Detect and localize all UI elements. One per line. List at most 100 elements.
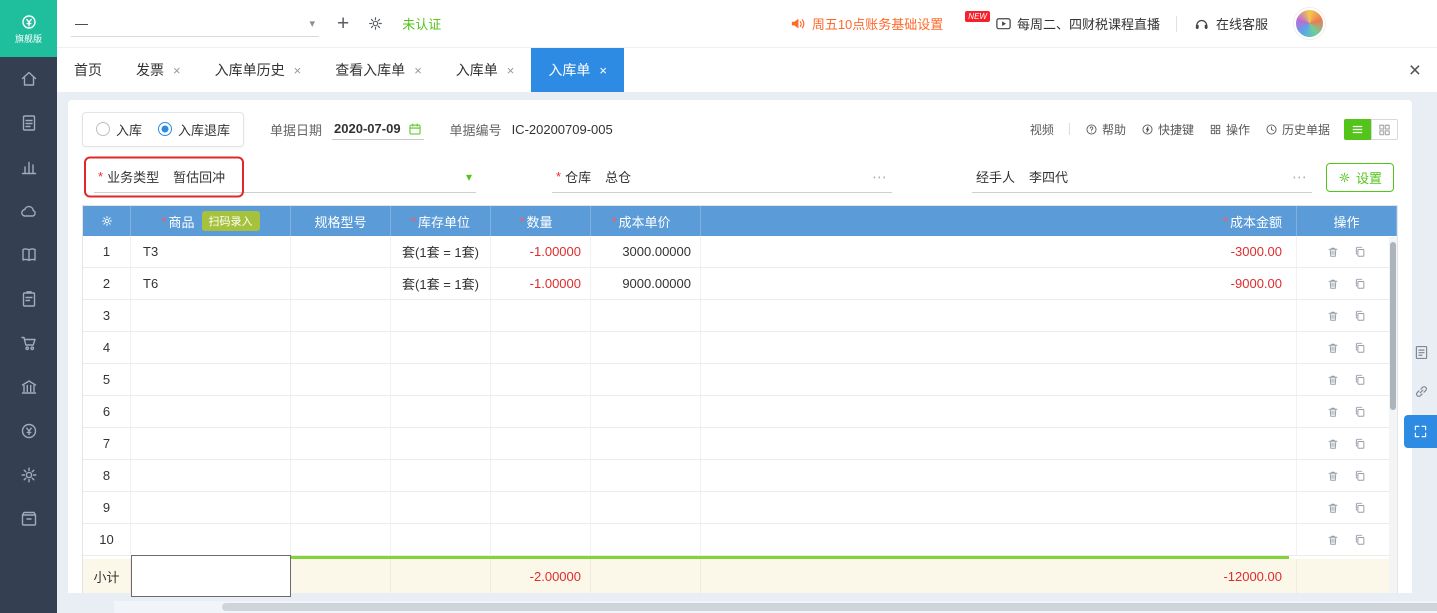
link-video[interactable]: 视频 <box>1030 121 1054 138</box>
cell-unit[interactable] <box>391 492 491 523</box>
account-set-select[interactable]: — ▾ <box>71 11 319 37</box>
cell-amount[interactable] <box>701 332 1297 363</box>
cell-price[interactable]: 9000.00000 <box>591 268 701 299</box>
list-view-button[interactable] <box>1344 119 1371 140</box>
cell-spec[interactable] <box>291 428 391 459</box>
delete-row-icon[interactable] <box>1326 373 1340 387</box>
cell-spec[interactable] <box>291 492 391 523</box>
mode-option-inbound[interactable]: 入库 <box>96 120 142 139</box>
delete-row-icon[interactable] <box>1326 309 1340 323</box>
cell-unit[interactable] <box>391 428 491 459</box>
cell-product[interactable] <box>131 332 291 363</box>
cell-price[interactable] <box>591 492 701 523</box>
cell-qty[interactable] <box>491 364 591 395</box>
copy-row-icon[interactable] <box>1353 373 1367 387</box>
new-row-product-cell[interactable] <box>131 555 291 597</box>
cell-price[interactable] <box>591 524 701 555</box>
avatar[interactable] <box>1294 8 1325 39</box>
delete-row-icon[interactable] <box>1326 437 1340 451</box>
sidebar-item-cloud[interactable] <box>0 189 57 233</box>
cell-unit[interactable] <box>391 332 491 363</box>
sidebar-item-assets[interactable] <box>0 365 57 409</box>
link-hotkeys[interactable]: 快捷键 <box>1141 121 1194 138</box>
cell-amount[interactable] <box>701 460 1297 491</box>
card-view-button[interactable] <box>1371 119 1398 140</box>
cell-price[interactable] <box>591 300 701 331</box>
tab-5[interactable]: 入库单× <box>531 48 624 92</box>
ellipsis-icon[interactable]: ⋯ <box>872 168 888 186</box>
settings-button[interactable]: 设置 <box>1326 163 1394 192</box>
tab-close-icon[interactable]: × <box>294 63 302 78</box>
cell-spec[interactable] <box>291 236 391 267</box>
delete-row-icon[interactable] <box>1326 277 1340 291</box>
cell-qty[interactable] <box>491 396 591 427</box>
cert-status-link[interactable]: 未认证 <box>402 14 441 33</box>
cell-unit[interactable] <box>391 364 491 395</box>
notes-tool-button[interactable] <box>1405 337 1437 367</box>
app-logo[interactable]: 旗舰版 <box>0 0 57 57</box>
cell-amount[interactable]: -9000.00 <box>701 268 1297 299</box>
sidebar-item-inventory[interactable] <box>0 321 57 365</box>
cell-qty[interactable] <box>491 428 591 459</box>
copy-row-icon[interactable] <box>1353 341 1367 355</box>
announcement-banner[interactable]: 周五10点账务基础设置 <box>789 14 943 33</box>
cell-price[interactable] <box>591 428 701 459</box>
cell-amount[interactable] <box>701 396 1297 427</box>
live-course-link[interactable]: NEW 每周二、四财税课程直播 <box>965 14 1160 33</box>
cell-price[interactable] <box>591 460 701 491</box>
warehouse-field[interactable]: * 仓库 总仓 ⋯ <box>552 161 892 193</box>
link-history[interactable]: 历史单据 <box>1265 121 1330 138</box>
cell-product[interactable]: T3 <box>131 236 291 267</box>
sidebar-item-archive[interactable] <box>0 497 57 541</box>
copy-row-icon[interactable] <box>1353 277 1367 291</box>
tab-close-icon[interactable]: × <box>173 63 181 78</box>
tab-1[interactable]: 发票× <box>119 48 198 92</box>
cell-product[interactable] <box>131 364 291 395</box>
sidebar-item-home[interactable] <box>0 57 57 101</box>
copy-row-icon[interactable] <box>1353 469 1367 483</box>
tab-4[interactable]: 入库单× <box>439 48 532 92</box>
cell-price[interactable] <box>591 364 701 395</box>
business-type-field[interactable]: * 业务类型 暂估回冲 ▾ <box>94 161 476 193</box>
cell-amount[interactable] <box>701 428 1297 459</box>
cell-product[interactable]: T6 <box>131 268 291 299</box>
online-support-link[interactable]: 在线客服 <box>1193 14 1268 33</box>
scan-entry-badge[interactable]: 扫码录入 <box>202 211 260 231</box>
sidebar-item-report[interactable] <box>0 145 57 189</box>
cell-unit[interactable] <box>391 524 491 555</box>
cell-product[interactable] <box>131 492 291 523</box>
cell-product[interactable] <box>131 524 291 555</box>
tab-close-icon[interactable]: × <box>599 63 607 78</box>
sidebar-item-salary[interactable] <box>0 409 57 453</box>
tab-close-icon[interactable]: × <box>507 63 515 78</box>
tab-0[interactable]: 首页 <box>57 48 119 92</box>
cell-amount[interactable] <box>701 300 1297 331</box>
copy-row-icon[interactable] <box>1353 405 1367 419</box>
cell-price[interactable]: 3000.00000 <box>591 236 701 267</box>
cell-unit[interactable] <box>391 300 491 331</box>
copy-row-icon[interactable] <box>1353 309 1367 323</box>
handler-field[interactable]: 经手人 李四代 ⋯ <box>972 161 1312 193</box>
cell-unit[interactable]: 套(1套 = 1套) <box>391 236 491 267</box>
delete-row-icon[interactable] <box>1326 501 1340 515</box>
cell-qty[interactable]: -1.00000 <box>491 268 591 299</box>
cell-unit[interactable] <box>391 396 491 427</box>
copy-row-icon[interactable] <box>1353 533 1367 547</box>
table-vertical-scrollbar[interactable] <box>1389 237 1397 593</box>
cell-amount[interactable]: -3000.00 <box>701 236 1297 267</box>
copy-row-icon[interactable] <box>1353 245 1367 259</box>
delete-row-icon[interactable] <box>1326 245 1340 259</box>
cell-product[interactable] <box>131 396 291 427</box>
scrollbar-thumb[interactable] <box>1390 242 1396 410</box>
cell-amount[interactable] <box>701 492 1297 523</box>
cell-spec[interactable] <box>291 364 391 395</box>
cell-product[interactable] <box>131 460 291 491</box>
delete-row-icon[interactable] <box>1326 533 1340 547</box>
cell-amount[interactable] <box>701 524 1297 555</box>
cell-qty[interactable] <box>491 524 591 555</box>
copy-row-icon[interactable] <box>1353 501 1367 515</box>
cell-spec[interactable] <box>291 396 391 427</box>
cell-qty[interactable] <box>491 332 591 363</box>
ellipsis-icon[interactable]: ⋯ <box>1292 168 1308 186</box>
add-account-set-button[interactable]: + <box>337 13 349 34</box>
